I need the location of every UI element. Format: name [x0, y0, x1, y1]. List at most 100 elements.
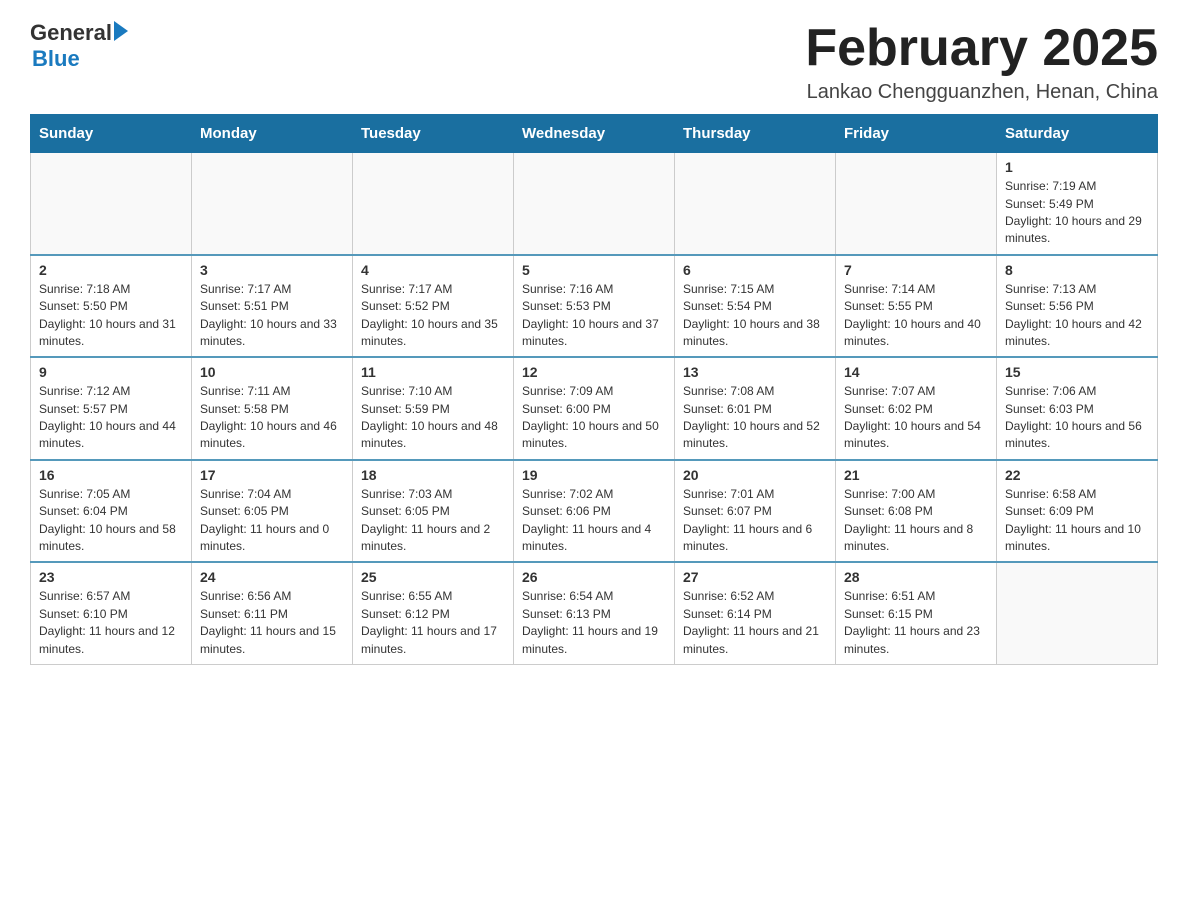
- calendar-cell: [353, 153, 514, 255]
- calendar-cell: 9 Sunrise: 7:12 AM Sunset: 5:57 PM Daylig…: [31, 357, 192, 460]
- calendar-cell: 8 Sunrise: 7:13 AM Sunset: 5:56 PM Daylig…: [997, 255, 1158, 358]
- day-info: Sunrise: 6:57 AM Sunset: 6:10 PM Dayligh…: [39, 588, 183, 658]
- calendar-cell: 7Sunrise: 7:14 AM Sunset: 5:55 PM Daylig…: [836, 255, 997, 358]
- day-number: 2: [39, 262, 183, 278]
- day-number: 3: [200, 262, 344, 278]
- day-number: 8: [1005, 262, 1149, 278]
- calendar-week-row: 9 Sunrise: 7:12 AM Sunset: 5:57 PM Daylig…: [31, 357, 1158, 460]
- day-number: 18: [361, 467, 505, 483]
- day-info: Sunrise: 7:18 AM Sunset: 5:50 PM Dayligh…: [39, 281, 183, 351]
- calendar-cell: 20 Sunrise: 7:01 AM Sunset: 6:07 PM Dayli…: [675, 460, 836, 563]
- calendar-cell: [675, 153, 836, 255]
- calendar-cell: 27 Sunrise: 6:52 AM Sunset: 6:14 PM Dayli…: [675, 562, 836, 664]
- day-info: Sunrise: 6:58 AM Sunset: 6:09 PM Dayligh…: [1005, 486, 1149, 556]
- day-number: 9: [39, 364, 183, 380]
- calendar-cell: [997, 562, 1158, 664]
- day-info: Sunrise: 7:17 AM Sunset: 5:51 PM Dayligh…: [200, 281, 344, 351]
- day-info: Sunrise: 6:56 AM Sunset: 6:11 PM Dayligh…: [200, 588, 344, 658]
- day-info: Sunrise: 7:11 AM Sunset: 5:58 PM Dayligh…: [200, 383, 344, 453]
- day-info: Sunrise: 7:16 AM Sunset: 5:53 PM Dayligh…: [522, 281, 666, 351]
- calendar-cell: 10 Sunrise: 7:11 AM Sunset: 5:58 PM Dayli…: [192, 357, 353, 460]
- day-number: 13: [683, 364, 827, 380]
- logo-general-text: General: [30, 20, 112, 46]
- day-info: Sunrise: 6:52 AM Sunset: 6:14 PM Dayligh…: [683, 588, 827, 658]
- day-info: Sunrise: 6:55 AM Sunset: 6:12 PM Dayligh…: [361, 588, 505, 658]
- day-info: Sunrise: 7:15 AM Sunset: 5:54 PM Dayligh…: [683, 281, 827, 351]
- day-number: 24: [200, 569, 344, 585]
- calendar-cell: 17 Sunrise: 7:04 AM Sunset: 6:05 PM Dayli…: [192, 460, 353, 563]
- day-info: Sunrise: 7:01 AM Sunset: 6:07 PM Dayligh…: [683, 486, 827, 556]
- calendar-cell: [31, 153, 192, 255]
- day-number: 16: [39, 467, 183, 483]
- calendar-cell: 24 Sunrise: 6:56 AM Sunset: 6:11 PM Dayli…: [192, 562, 353, 664]
- day-info: Sunrise: 7:07 AM Sunset: 6:02 PM Dayligh…: [844, 383, 988, 453]
- day-number: 17: [200, 467, 344, 483]
- location-subtitle: Lankao Chengguanzhen, Henan, China: [805, 81, 1158, 104]
- day-number: 10: [200, 364, 344, 380]
- month-title: February 2025: [805, 20, 1158, 77]
- calendar-cell: 6 Sunrise: 7:15 AM Sunset: 5:54 PM Daylig…: [675, 255, 836, 358]
- day-number: 27: [683, 569, 827, 585]
- day-header-thursday: Thursday: [675, 115, 836, 153]
- calendar-cell: [514, 153, 675, 255]
- calendar-cell: 2 Sunrise: 7:18 AM Sunset: 5:50 PM Daylig…: [31, 255, 192, 358]
- day-number: 4: [361, 262, 505, 278]
- day-info: Sunrise: 7:03 AM Sunset: 6:05 PM Dayligh…: [361, 486, 505, 556]
- calendar-cell: 18 Sunrise: 7:03 AM Sunset: 6:05 PM Dayli…: [353, 460, 514, 563]
- day-info: Sunrise: 7:17 AM Sunset: 5:52 PM Dayligh…: [361, 281, 505, 351]
- day-number: 1: [1005, 159, 1149, 175]
- day-info: Sunrise: 7:02 AM Sunset: 6:06 PM Dayligh…: [522, 486, 666, 556]
- day-number: 20: [683, 467, 827, 483]
- day-info: Sunrise: 7:12 AM Sunset: 5:57 PM Dayligh…: [39, 383, 183, 453]
- day-number: 22: [1005, 467, 1149, 483]
- calendar-cell: 16 Sunrise: 7:05 AM Sunset: 6:04 PM Dayli…: [31, 460, 192, 563]
- day-number: 5: [522, 262, 666, 278]
- calendar-cell: [836, 153, 997, 255]
- day-info: Sunrise: 7:13 AM Sunset: 5:56 PM Dayligh…: [1005, 281, 1149, 351]
- calendar-cell: 23 Sunrise: 6:57 AM Sunset: 6:10 PM Dayli…: [31, 562, 192, 664]
- day-header-tuesday: Tuesday: [353, 115, 514, 153]
- calendar-cell: 19 Sunrise: 7:02 AM Sunset: 6:06 PM Dayli…: [514, 460, 675, 563]
- day-info: Sunrise: 7:10 AM Sunset: 5:59 PM Dayligh…: [361, 383, 505, 453]
- day-number: 19: [522, 467, 666, 483]
- day-number: 15: [1005, 364, 1149, 380]
- calendar-cell: 13 Sunrise: 7:08 AM Sunset: 6:01 PM Dayli…: [675, 357, 836, 460]
- day-info: Sunrise: 7:04 AM Sunset: 6:05 PM Dayligh…: [200, 486, 344, 556]
- day-header-wednesday: Wednesday: [514, 115, 675, 153]
- day-number: 14: [844, 364, 988, 380]
- calendar-week-row: 2 Sunrise: 7:18 AM Sunset: 5:50 PM Daylig…: [31, 255, 1158, 358]
- day-info: Sunrise: 7:19 AM Sunset: 5:49 PM Dayligh…: [1005, 178, 1149, 248]
- calendar-cell: 4 Sunrise: 7:17 AM Sunset: 5:52 PM Daylig…: [353, 255, 514, 358]
- logo-blue-text: Blue: [32, 46, 80, 71]
- day-number: 23: [39, 569, 183, 585]
- calendar-cell: 5 Sunrise: 7:16 AM Sunset: 5:53 PM Daylig…: [514, 255, 675, 358]
- day-number: 6: [683, 262, 827, 278]
- day-number: 11: [361, 364, 505, 380]
- calendar-cell: 3 Sunrise: 7:17 AM Sunset: 5:51 PM Daylig…: [192, 255, 353, 358]
- calendar-cell: 26Sunrise: 6:54 AM Sunset: 6:13 PM Dayli…: [514, 562, 675, 664]
- calendar-cell: 28Sunrise: 6:51 AM Sunset: 6:15 PM Dayli…: [836, 562, 997, 664]
- day-info: Sunrise: 7:00 AM Sunset: 6:08 PM Dayligh…: [844, 486, 988, 556]
- calendar-cell: 25 Sunrise: 6:55 AM Sunset: 6:12 PM Dayli…: [353, 562, 514, 664]
- day-info: Sunrise: 7:09 AM Sunset: 6:00 PM Dayligh…: [522, 383, 666, 453]
- day-header-saturday: Saturday: [997, 115, 1158, 153]
- calendar-cell: 14 Sunrise: 7:07 AM Sunset: 6:02 PM Dayli…: [836, 357, 997, 460]
- day-number: 28: [844, 569, 988, 585]
- day-header-monday: Monday: [192, 115, 353, 153]
- day-number: 21: [844, 467, 988, 483]
- calendar-cell: [192, 153, 353, 255]
- page-header: General Blue February 2025 Lankao Chengg…: [30, 20, 1158, 104]
- day-header-sunday: Sunday: [31, 115, 192, 153]
- day-info: Sunrise: 6:54 AM Sunset: 6:13 PM Dayligh…: [522, 588, 666, 658]
- calendar-week-row: 1 Sunrise: 7:19 AM Sunset: 5:49 PM Daylig…: [31, 153, 1158, 255]
- logo-triangle-icon: [114, 21, 128, 41]
- day-info: Sunrise: 7:08 AM Sunset: 6:01 PM Dayligh…: [683, 383, 827, 453]
- calendar-header-row: SundayMondayTuesdayWednesdayThursdayFrid…: [31, 115, 1158, 153]
- calendar-cell: 11 Sunrise: 7:10 AM Sunset: 5:59 PM Dayli…: [353, 357, 514, 460]
- title-block: February 2025 Lankao Chengguanzhen, Hena…: [805, 20, 1158, 104]
- calendar-cell: 12Sunrise: 7:09 AM Sunset: 6:00 PM Dayli…: [514, 357, 675, 460]
- day-number: 25: [361, 569, 505, 585]
- calendar-cell: 22 Sunrise: 6:58 AM Sunset: 6:09 PM Dayli…: [997, 460, 1158, 563]
- day-number: 7: [844, 262, 988, 278]
- day-info: Sunrise: 7:05 AM Sunset: 6:04 PM Dayligh…: [39, 486, 183, 556]
